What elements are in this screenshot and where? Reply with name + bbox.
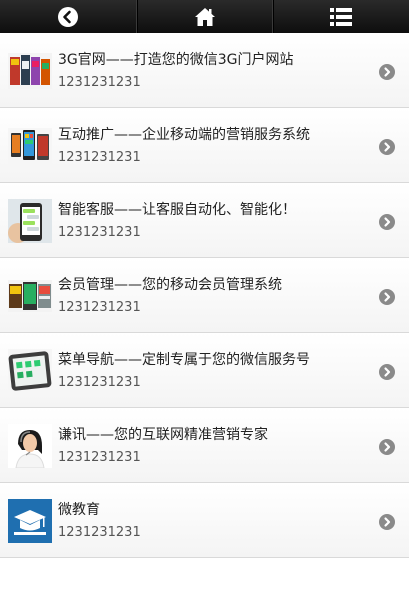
interactive-promotion-thumbnail (8, 124, 52, 168)
menu-navigation-thumbnail (8, 349, 52, 393)
home-icon (194, 7, 215, 26)
3g-website-thumbnail (8, 49, 52, 93)
chevron-right-icon (379, 214, 395, 230)
chevron-right-icon (379, 514, 395, 530)
list-item-title: 微教育 (58, 502, 100, 518)
list-item-subtitle: 1231231231 (58, 300, 141, 315)
chevron-right-icon (379, 439, 395, 455)
education-cap-thumbnail (8, 499, 52, 543)
customer-service-woman-thumbnail (8, 424, 52, 468)
list-item-subtitle: 1231231231 (58, 75, 141, 90)
smart-service-thumbnail (8, 199, 52, 243)
list-item-title: 菜单导航——定制专属于您的微信服务号 (58, 352, 310, 368)
list-item-smart-service[interactable]: 智能客服——让客服自动化、智能化！ 1231231231 (0, 183, 409, 258)
chevron-right-icon (379, 364, 395, 380)
list-item-menu-navigation[interactable]: 菜单导航——定制专属于您的微信服务号 1231231231 (0, 333, 409, 408)
list-item-title: 智能客服——让客服自动化、智能化！ (58, 202, 296, 218)
list-item-title: 会员管理——您的移动会员管理系统 (58, 277, 282, 293)
list-item-marketing-expert[interactable]: 谦讯——您的互联网精准营销专家 1231231231 (0, 408, 409, 483)
list-item-subtitle: 1231231231 (58, 450, 141, 465)
list-item-interactive-promotion[interactable]: 互动推广——企业移动端的营销服务系统 1231231231 (0, 108, 409, 183)
back-circle-icon (57, 6, 78, 27)
list-item-education[interactable]: 微教育 1231231231 (0, 483, 409, 558)
list-item-member-management[interactable]: 会员管理——您的移动会员管理系统 1231231231 (0, 258, 409, 333)
top-navigation-bar (0, 0, 409, 33)
menu-list-icon (330, 7, 353, 26)
list-item-subtitle: 1231231231 (58, 150, 141, 165)
list-item-subtitle: 1231231231 (58, 375, 141, 390)
list-item-title: 互动推广——企业移动端的营销服务系统 (58, 127, 310, 143)
list-item-3g-website[interactable]: 3G官网——打造您的微信3G门户网站 1231231231 (0, 33, 409, 108)
list-item-subtitle: 1231231231 (58, 225, 141, 240)
back-button[interactable] (0, 0, 136, 33)
list-item-title: 谦讯——您的互联网精准营销专家 (58, 427, 268, 443)
service-list: 3G官网——打造您的微信3G门户网站 1231231231 互动推广——企业移动… (0, 33, 409, 558)
chevron-right-icon (379, 64, 395, 80)
member-management-thumbnail (8, 274, 52, 318)
menu-button[interactable] (273, 0, 409, 33)
chevron-right-icon (379, 289, 395, 305)
list-item-subtitle: 1231231231 (58, 525, 141, 540)
list-item-title: 3G官网——打造您的微信3G门户网站 (58, 52, 294, 68)
home-button[interactable] (137, 0, 273, 33)
chevron-right-icon (379, 139, 395, 155)
